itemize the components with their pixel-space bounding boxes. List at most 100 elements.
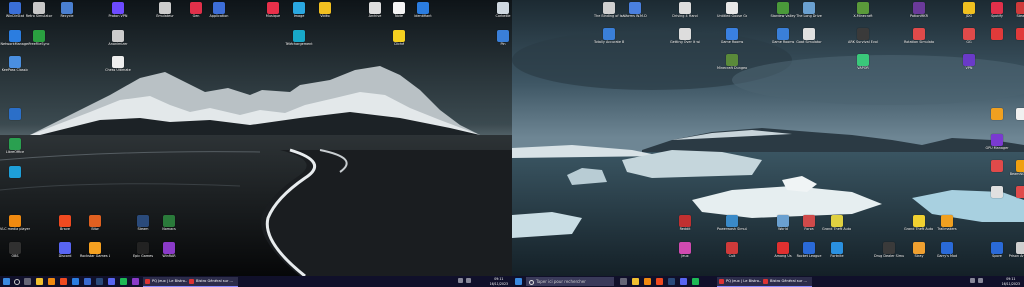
desktop-shortcut-ark[interactable]: ARK Survival Evolved [848,28,878,44]
desktop-shortcut-pin[interactable]: Pin [488,30,512,46]
shortcut-label: Minecraft Dungeons [717,66,747,70]
desktop-shortcut-cliche[interactable]: Cliché [384,30,414,46]
desktop-shortcut-reddit-r[interactable]: Reddit [670,215,700,231]
desktop-shortcut-keepass[interactable]: KeePass Classic [0,56,30,72]
desktop-shortcut-nomacs[interactable]: Nomacs [154,215,184,231]
desktop-shortcut-prison-architect[interactable]: Prison Architect [1007,242,1024,258]
desktop-shortcut-jdg[interactable]: JDG [954,2,984,18]
spotify-icon[interactable] [692,278,699,285]
desktop-shortcut-long-drive[interactable]: The Long Drive [794,2,824,18]
taskview-icon[interactable] [24,278,31,285]
desktop-shortcut-worms[interactable]: Worms W.M.D [620,2,650,18]
desktop-shortcut-rocketleague[interactable]: Rocket League [794,242,824,258]
desktop-shortcut-emulator[interactable]: Émulateur [150,2,180,18]
desktop-shortcut-identifiant[interactable]: Identifiant [408,2,438,18]
desktop-shortcut-totally-accurate[interactable]: Totally Accurate Battle Simulator [594,28,624,44]
brave-icon[interactable] [656,278,663,285]
desktop-shortcut-discord[interactable]: Discord [50,242,80,258]
discord-icon[interactable] [680,278,687,285]
clock[interactable]: 09:11 16/11/2023 [490,277,508,286]
desktop-shortcut-potionmaker[interactable]: PotionMKR [904,2,934,18]
desktop-shortcut-edge[interactable] [0,166,30,178]
desktop-shortcut-driving-wheel[interactable]: Driving 4 Hand [670,2,700,18]
desktop-shortcut-gg[interactable]: GG [954,28,984,44]
desktop-shortcut-app-r2[interactable] [1007,28,1024,40]
desktop-shortcut-chess[interactable]: Chess Ultimate [103,56,133,72]
desktop-shortcut-obs[interactable]: OBS [0,242,30,258]
desktop-shortcut-anonimizer[interactable]: Anonimizer [103,30,133,46]
desktop-shortcut-telechargement[interactable]: Téléchargement [284,30,314,46]
desktop-shortcut-drug-dealer[interactable]: Drug Dealer Simulator [874,242,904,258]
desktop-shortcut-libreoffice-doc[interactable] [0,108,30,120]
desktop-shortcut-rockstar[interactable]: Rockstar Games Launcher [80,242,110,258]
desktop-shortcut-proton-vpn[interactable]: Proton VPN [103,2,133,18]
shortcut-label: Trailmakers [937,227,957,231]
desktop-shortcut-gpu-manager[interactable]: GPU Manager [982,134,1012,150]
desktop-shortcut-steam-r[interactable]: Steam [1007,2,1024,18]
desktop-shortcut-freefilesync[interactable]: FreeFileSync [24,30,54,46]
discord-icon[interactable] [108,278,115,285]
winrar-icon[interactable] [132,278,139,285]
desktop-shortcut-beamng[interactable]: BeamNG.drive [1007,160,1024,176]
search-icon[interactable] [14,279,20,285]
desktop-shortcut-forza[interactable]: Forza [794,215,824,231]
volume-icon[interactable] [466,278,471,283]
windows-start-icon[interactable] [3,278,10,285]
mail-icon[interactable] [84,278,91,285]
spotify-icon[interactable] [120,278,127,285]
explorer-icon[interactable] [36,278,43,285]
desktop-shortcut-cpu-r[interactable] [1007,108,1024,120]
desktop-shortcut-minecraft[interactable]: X-Minecraft [848,2,878,18]
desktop-shortcut-gta-iv[interactable]: Grand Theft Auto IV The Complete [904,215,934,231]
desktop-shortcut-brave[interactable]: Brave [50,215,80,231]
desktop-shortcut-getting-over-it[interactable]: Getting Over It with Bennett Foddy [670,28,700,44]
cpu-r-icon [1016,108,1024,120]
clock[interactable]: 09:11 16/11/2023 [1002,277,1020,286]
desktop-shortcut-vpn-r[interactable]: VPN [954,54,984,70]
desktop-shortcut-trailmakers[interactable]: Trailmakers [932,215,962,231]
desktop-shortcut-gary[interactable]: Garry's Mod [932,242,962,258]
volume-icon[interactable] [978,278,983,283]
desktop-shortcut-game-rooms[interactable]: Game Rooms [717,28,747,44]
desktop-shortcut-retro-simulator[interactable]: Retro Simulator [24,2,54,18]
desktop-shortcut-recycle[interactable]: Recycle [52,2,82,18]
taskbar-app-bistro[interactable]: Bistro Général sur ... [187,277,238,287]
network-icon[interactable] [970,278,975,283]
desktop-shortcut-winrar[interactable]: WinRAR [154,242,184,258]
desktop-shortcut-blob[interactable] [1007,186,1024,198]
desktop-shortcut-libreoffice[interactable]: LibreOffice [0,138,30,154]
desktop-shortcut-powerwash[interactable]: Powerwash Simulator [717,215,747,231]
rocket-r-icon [991,108,1003,120]
brave-icon[interactable] [60,278,67,285]
taskbar-app-label: Bistro Général sur ... [770,279,807,283]
corbeille-icon [497,2,509,14]
desktop-shortcut-stray[interactable]: Stray [904,242,934,258]
desktop-shortcut-untitled-goose[interactable]: Untitled Goose Game [717,2,747,18]
shortcut-label: Brave [60,227,70,231]
vlc-icon[interactable] [644,278,651,285]
explorer-icon[interactable] [632,278,639,285]
desktop-shortcut-rotation[interactable]: Rotation Simulator [904,28,934,44]
search-icon [529,279,534,285]
steam-icon[interactable] [96,278,103,285]
vlc-icon[interactable] [48,278,55,285]
desktop-shortcut-video[interactable]: Vidéo [310,2,340,18]
taskbar-app-bistro[interactable]: Bistro Général sur ... [761,277,812,287]
desktop-shortcut-fortnite[interactable]: Fortnite [822,242,852,258]
desktop-shortcut-goat-simulator[interactable]: Goat Simulator [794,28,824,44]
desktop-shortcut-application[interactable]: Application [204,2,234,18]
windows-start-icon[interactable] [515,278,522,285]
app-icon[interactable] [72,278,79,285]
taskview-icon[interactable] [620,278,627,285]
desktop-shortcut-jeux-pastel[interactable]: Jeux [670,242,700,258]
desktop-shortcut-vapor[interactable]: VAPOR [848,54,878,70]
desktop-shortcut-cult[interactable]: Cult [717,242,747,258]
desktop-shortcut-gta-v[interactable]: Grand Theft Auto V [822,215,852,231]
desktop-shortcut-minecraft-dungeons[interactable]: Minecraft Dungeons [717,54,747,70]
desktop-shortcut-corbeille[interactable]: Corbeille [488,2,512,18]
steam-icon[interactable] [668,278,675,285]
search-box[interactable]: Taper ici pour rechercher [526,277,614,286]
desktop-shortcut-bitwarden[interactable]: Bitw [80,215,110,231]
network-icon[interactable] [458,278,463,283]
desktop-shortcut-vlc[interactable]: VLC media player [0,215,30,231]
